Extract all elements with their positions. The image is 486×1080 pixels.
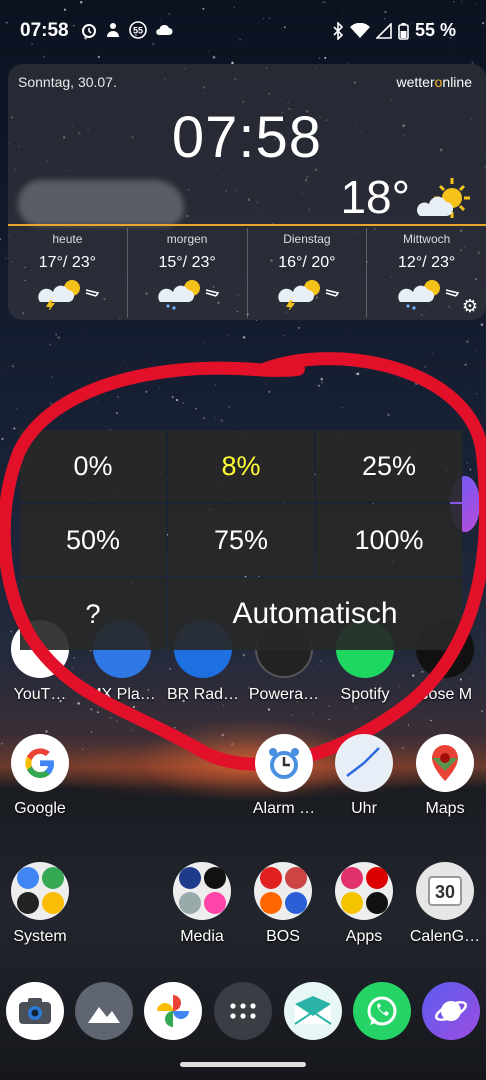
- calendar-icon: 30: [416, 862, 474, 920]
- status-notification-icons: 55: [80, 20, 174, 40]
- brightness-option-25[interactable]: 25%: [316, 430, 462, 502]
- folder-apps[interactable]: Apps: [324, 862, 404, 946]
- alarm-icon: [82, 24, 96, 38]
- media-folder-icon: [173, 862, 231, 920]
- app-calengoo[interactable]: 30 CalenG…: [405, 862, 485, 946]
- rain-sun-icon: [397, 280, 459, 310]
- forecast-row: heute 17°/ 23° morgen 15°/ 23° Dienstag …: [8, 228, 486, 318]
- thunderstorm-icon: [38, 280, 100, 312]
- sun-cloud-icon: [417, 178, 470, 218]
- status-system-icons: 55 %: [332, 20, 456, 41]
- rain-sun-icon: [158, 280, 220, 310]
- brightness-option-75[interactable]: 75%: [168, 504, 314, 576]
- dock: [0, 982, 486, 1042]
- brightness-option-0[interactable]: 0%: [20, 430, 166, 502]
- wifi-icon: [349, 22, 370, 38]
- alarm-clock-icon: [255, 734, 313, 792]
- app-maps[interactable]: Maps: [405, 734, 485, 818]
- thunderstorm-icon: [278, 280, 340, 312]
- current-temperature: 18°: [340, 171, 410, 223]
- app-clock[interactable]: Uhr: [324, 734, 404, 818]
- maps-icon: [416, 734, 474, 792]
- signal-icon: [375, 22, 392, 39]
- battery-icon: [398, 22, 409, 40]
- camera-icon[interactable]: [6, 982, 64, 1040]
- svg-text:55: 55: [133, 26, 143, 36]
- app-google[interactable]: Google: [0, 734, 80, 818]
- app-drawer-icon[interactable]: [214, 982, 272, 1040]
- forecast-day: Dienstag 16°/ 20°: [248, 228, 368, 318]
- folder-system[interactable]: System: [0, 862, 80, 946]
- clock-icon: [335, 734, 393, 792]
- gallery-icon[interactable]: [75, 982, 133, 1040]
- battery-percent: 55 %: [414, 20, 456, 40]
- help-button[interactable]: ?: [20, 578, 166, 650]
- widget-brand: wetteronline: [396, 74, 472, 90]
- folder-bos[interactable]: BOS: [243, 862, 323, 946]
- gear-icon[interactable]: ⚙: [462, 296, 478, 317]
- forecast-day: heute 17°/ 23°: [8, 228, 128, 318]
- cloud-icon: [156, 24, 173, 35]
- system-folder-icon: [11, 862, 69, 920]
- folder-media[interactable]: Media: [162, 862, 242, 946]
- redacted-location: [18, 180, 184, 226]
- forecast-day: morgen 15°/ 23°: [128, 228, 248, 318]
- widget-date: Sonntag, 30.07.: [18, 74, 117, 90]
- widget-clock[interactable]: 07:58: [8, 104, 486, 171]
- google-icon: [11, 734, 69, 792]
- automatic-brightness-button[interactable]: Automatisch: [168, 578, 462, 650]
- photos-icon[interactable]: [144, 982, 202, 1040]
- bos-folder-icon: [254, 862, 312, 920]
- brightness-option-50[interactable]: 50%: [20, 504, 166, 576]
- status-bar: 07:58 55 55 %: [0, 0, 486, 60]
- whatsapp-icon[interactable]: [353, 982, 411, 1040]
- weather-widget[interactable]: Sonntag, 30.07. wetteronline 07:58 18° h…: [8, 64, 486, 320]
- home-gesture-bar[interactable]: [180, 1062, 306, 1067]
- apps-folder-icon: [335, 862, 393, 920]
- status-time: 07:58: [20, 20, 69, 41]
- bluetooth-icon: [333, 21, 344, 40]
- badge-icon: 55: [129, 21, 147, 39]
- person-icon: [107, 23, 119, 37]
- widget-divider: [8, 224, 486, 226]
- browser-icon[interactable]: [422, 982, 480, 1040]
- app-alarm[interactable]: Alarm …: [244, 734, 324, 818]
- brightness-option-100[interactable]: 100%: [316, 504, 462, 576]
- brightness-option-8[interactable]: 8%: [168, 430, 314, 502]
- brightness-panel: 0% 8% 25% 50% 75% 100% ? Automatisch: [20, 430, 464, 650]
- mail-icon[interactable]: [284, 982, 342, 1040]
